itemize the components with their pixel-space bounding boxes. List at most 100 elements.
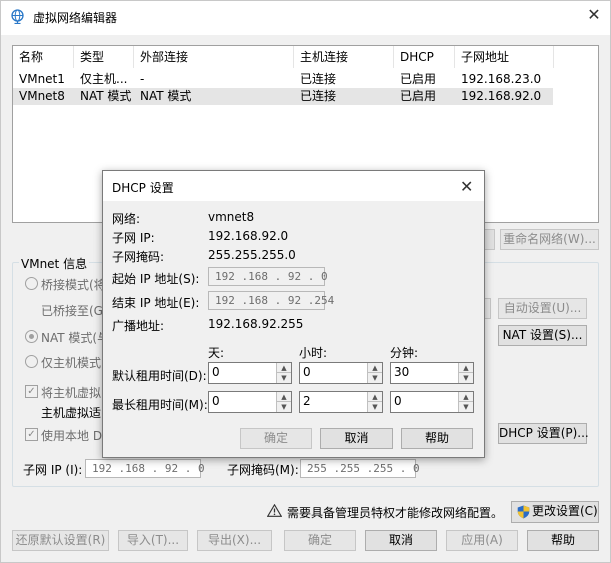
- export-button[interactable]: 导出(X)...: [197, 530, 272, 551]
- max-lease-minutes-value: 0: [394, 394, 402, 408]
- cell-external: NAT 模式: [140, 89, 192, 103]
- default-lease-hours-stepper[interactable]: 0 ▲ ▼: [299, 362, 383, 384]
- col-header-subnet[interactable]: 子网地址: [455, 46, 554, 68]
- cell-external: -: [140, 72, 145, 86]
- cell-type: 仅主机...: [80, 72, 128, 86]
- dhcp-dialog-title: DHCP 设置: [112, 181, 174, 195]
- max-lease-hours-stepper[interactable]: 2 ▲ ▼: [299, 391, 383, 413]
- connect-host-checkbox[interactable]: ✓: [25, 385, 38, 398]
- table-row[interactable]: VMnet1 仅主机... - 已连接 已启用 192.168.23.0: [13, 71, 553, 88]
- cell-subnet: 192.168.92.0: [461, 89, 542, 103]
- max-lease-days-stepper[interactable]: 0 ▲ ▼: [208, 391, 292, 413]
- subnet-ip-field[interactable]: 192 .168 . 92 . 0: [85, 459, 205, 478]
- host-only-label: 仅主机模式(: [41, 356, 106, 370]
- days-label: 天:: [208, 346, 225, 360]
- start-ip-field[interactable]: 192 .168 . 92 . 0: [208, 267, 328, 286]
- cell-dhcp: 已启用: [400, 89, 437, 103]
- connect-host-label: 将主机虚拟: [41, 386, 102, 400]
- globe-icon: [10, 9, 25, 25]
- warning-icon: [266, 503, 283, 520]
- col-header-type[interactable]: 类型: [74, 46, 134, 68]
- vmnet-info-legend: VMnet 信息: [19, 255, 90, 272]
- help-button[interactable]: 帮助: [527, 530, 599, 551]
- network-label: 网络:: [112, 212, 141, 226]
- default-lease-minutes-stepper[interactable]: 30 ▲ ▼: [390, 362, 474, 384]
- cell-host: 已连接: [300, 72, 337, 86]
- ok-button[interactable]: 确定: [284, 530, 356, 551]
- col-header-name[interactable]: 名称: [13, 46, 74, 68]
- chevron-up-icon[interactable]: ▲: [276, 363, 291, 373]
- col-header-dhcp[interactable]: DHCP: [394, 46, 455, 68]
- bridged-to-label: 已桥接至(G: [41, 304, 103, 318]
- rename-network-button[interactable]: 重命名网络(W)...: [500, 229, 599, 250]
- dhcp-help-button[interactable]: 帮助: [401, 428, 473, 449]
- table-row[interactable]: VMnet8 NAT 模式 NAT 模式 已连接 已启用 192.168.92.…: [13, 88, 553, 105]
- max-lease-label: 最长租用时间(M):: [112, 398, 208, 412]
- max-lease-days-value: 0: [212, 394, 220, 408]
- close-icon[interactable]: ✕: [460, 177, 473, 196]
- chevron-down-icon[interactable]: ▼: [458, 373, 473, 383]
- close-icon[interactable]: ✕: [586, 7, 602, 23]
- default-lease-minutes-value: 30: [394, 365, 410, 379]
- end-ip-field[interactable]: 192 .168 . 92 .254: [208, 291, 334, 310]
- dhcp-settings-dialog: DHCP 设置 ✕ 网络: vmnet8 子网 IP: 192.168.92.0…: [102, 170, 485, 458]
- use-dhcp-checkbox[interactable]: ✓: [25, 428, 38, 441]
- subnet-mask-value: 255.255.255.0: [208, 248, 296, 262]
- use-dhcp-label: 使用本地 DH: [41, 429, 112, 443]
- subnet-ip-label: 子网 IP:: [112, 231, 155, 245]
- chevron-up-icon[interactable]: ▲: [276, 392, 291, 402]
- import-button[interactable]: 导入(T)...: [118, 530, 188, 551]
- chevron-up-icon[interactable]: ▲: [458, 392, 473, 402]
- auto-settings-button[interactable]: 自动设置(U)...: [498, 298, 587, 319]
- nat-settings-button[interactable]: NAT 设置(S)...: [498, 325, 587, 346]
- chevron-up-icon[interactable]: ▲: [458, 363, 473, 373]
- start-ip-label: 起始 IP 地址(S):: [112, 272, 200, 286]
- cell-subnet: 192.168.23.0: [461, 72, 542, 86]
- subnet-mask-label: 子网掩码:: [112, 250, 165, 264]
- chevron-down-icon[interactable]: ▼: [276, 402, 291, 412]
- shield-icon: [517, 505, 530, 525]
- cancel-button[interactable]: 取消: [365, 530, 437, 551]
- hours-label: 小时:: [299, 346, 328, 360]
- max-lease-hours-value: 2: [303, 394, 311, 408]
- change-settings-button[interactable]: 更改设置(C): [511, 501, 599, 523]
- chevron-down-icon[interactable]: ▼: [276, 373, 291, 383]
- col-header-external[interactable]: 外部连接: [134, 46, 294, 68]
- chevron-up-icon[interactable]: ▲: [367, 363, 382, 373]
- host-only-radio[interactable]: [25, 355, 38, 368]
- chevron-down-icon[interactable]: ▼: [458, 402, 473, 412]
- subnet-mask-field[interactable]: 255 .255 .255 . 0: [300, 459, 420, 478]
- change-settings-label: 更改设置(C): [532, 504, 598, 518]
- apply-button[interactable]: 应用(A): [446, 530, 518, 551]
- cell-dhcp: 已启用: [400, 72, 437, 86]
- subnet-mask-label: 子网掩码(M):: [227, 463, 299, 477]
- subnet-ip-value: 192.168.92.0: [208, 229, 289, 243]
- restore-defaults-button[interactable]: 还原默认设置(R): [12, 530, 109, 551]
- default-lease-label: 默认租用时间(D):: [112, 369, 207, 383]
- col-header-host[interactable]: 主机连接: [294, 46, 394, 68]
- bridged-label: 桥接模式(将: [41, 278, 106, 292]
- bridged-radio[interactable]: [25, 277, 38, 290]
- cell-name: VMnet1: [19, 72, 65, 86]
- network-value: vmnet8: [208, 210, 255, 224]
- dhcp-ok-button[interactable]: 确定: [240, 428, 312, 449]
- cell-name: VMnet8: [19, 89, 65, 103]
- nat-radio[interactable]: [25, 330, 38, 343]
- end-ip-label: 结束 IP 地址(E):: [112, 296, 200, 310]
- chevron-up-icon[interactable]: ▲: [367, 392, 382, 402]
- default-lease-hours-value: 0: [303, 365, 311, 379]
- max-lease-minutes-stepper[interactable]: 0 ▲ ▼: [390, 391, 474, 413]
- dhcp-dialog-titlebar: DHCP 设置 ✕: [103, 171, 484, 201]
- cell-type: NAT 模式: [80, 89, 132, 103]
- minutes-label: 分钟:: [390, 346, 419, 360]
- admin-notice-text: 需要具备管理员特权才能修改网络配置。: [287, 506, 504, 520]
- broadcast-label: 广播地址:: [112, 319, 165, 333]
- chevron-down-icon[interactable]: ▼: [367, 373, 382, 383]
- chevron-down-icon[interactable]: ▼: [367, 402, 382, 412]
- broadcast-value: 192.168.92.255: [208, 317, 304, 331]
- default-lease-days-stepper[interactable]: 0 ▲ ▼: [208, 362, 292, 384]
- cell-host: 已连接: [300, 89, 337, 103]
- dhcp-cancel-button[interactable]: 取消: [320, 428, 393, 449]
- default-lease-days-value: 0: [212, 365, 220, 379]
- dhcp-settings-button[interactable]: DHCP 设置(P)...: [498, 423, 589, 444]
